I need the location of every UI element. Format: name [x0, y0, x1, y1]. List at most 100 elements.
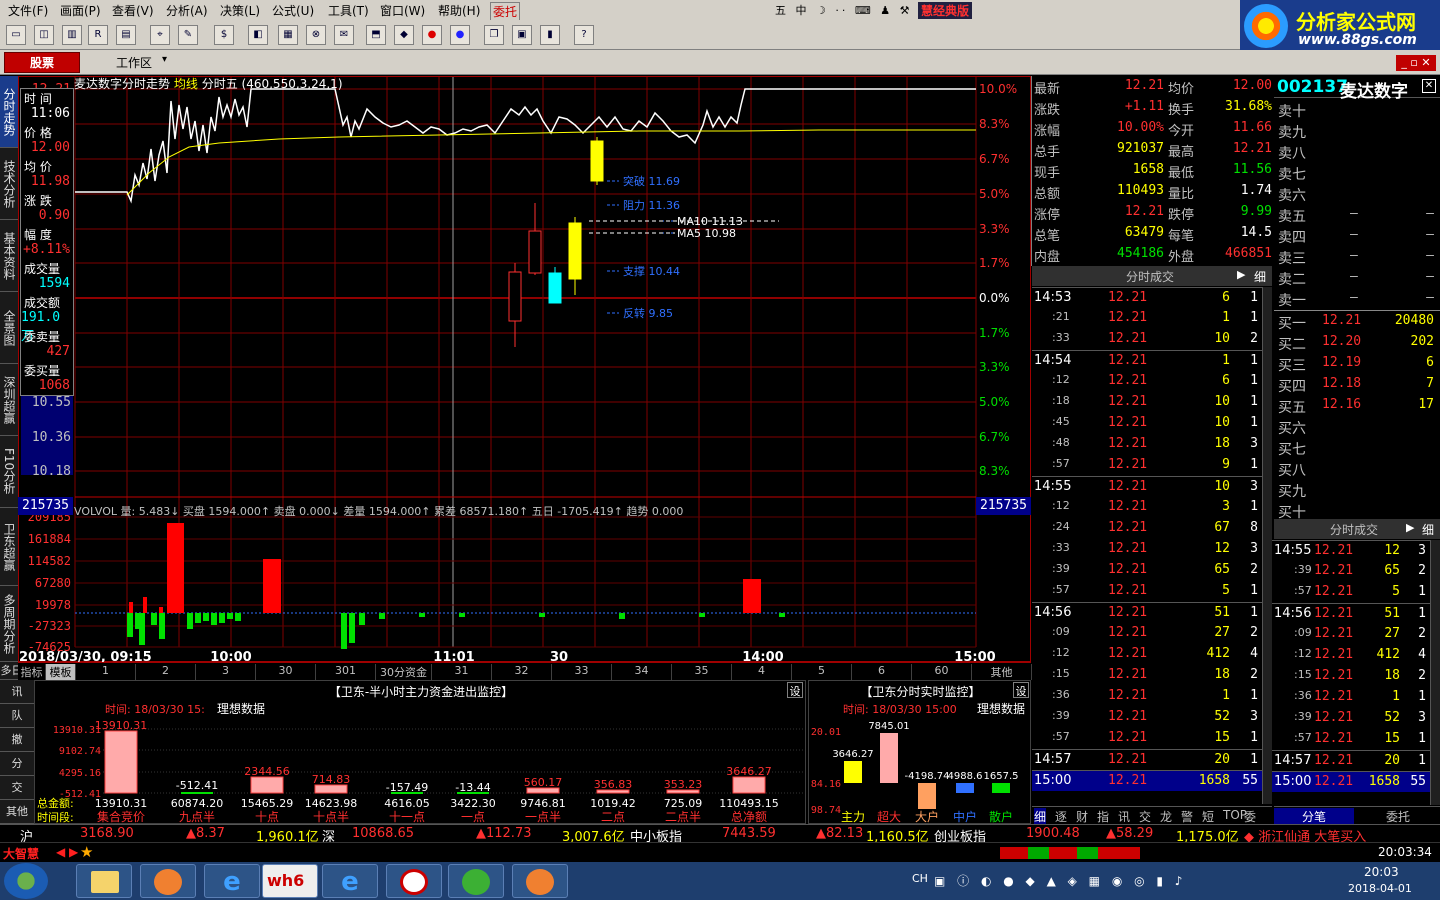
input-tools-icons[interactable]: 五 中 ☽ ·· ⌨ ♟ ⚒ — [775, 2, 912, 18]
indicator-tab-3[interactable]: 2 — [136, 664, 196, 680]
side-tab-2[interactable]: 基本资料 — [0, 220, 18, 292]
tick-row[interactable]: :33 12.21 10 2 — [1032, 329, 1262, 350]
tick2-row[interactable]: :15 12.21 18 2 — [1272, 666, 1430, 687]
ticks-footer-tab-1[interactable]: 逐 — [1055, 808, 1067, 825]
ruler-icon[interactable]: ✎ — [178, 25, 198, 45]
menu-item-8[interactable]: 帮助(H) — [438, 2, 480, 19]
window-icon[interactable]: ▣ — [512, 25, 532, 45]
ask-price-5[interactable]: – — [1350, 206, 1358, 221]
ticks-footer-tab-8[interactable]: 短 — [1202, 808, 1214, 825]
ticks2-next-icon[interactable]: ▶ — [1406, 521, 1414, 534]
side-tab-3[interactable]: 全景图 — [0, 292, 18, 364]
indicator-tab-13[interactable]: 4 — [732, 664, 792, 680]
bid-price-1[interactable]: 12.20 — [1322, 334, 1361, 349]
tick-row[interactable]: :12 12.21 6 1 — [1032, 371, 1262, 392]
binoculars-icon[interactable]: ⊗ — [306, 25, 326, 45]
indicator-tab-2[interactable]: 1 — [76, 664, 136, 680]
tick-row[interactable]: :57 12.21 15 1 — [1032, 728, 1262, 749]
side-tab2-2[interactable]: 队 — [0, 704, 34, 728]
side-tab-6[interactable]: 卫东超赢 — [0, 508, 18, 586]
tick2-row[interactable]: :39 12.21 52 3 — [1272, 708, 1430, 729]
ticks-footer-tab-3[interactable]: 指 — [1097, 808, 1109, 825]
taskbar-app-orange[interactable] — [140, 864, 196, 898]
ticks-detail-button[interactable]: 细 — [1254, 268, 1266, 285]
tick-row[interactable]: 14:53 12.21 6 1 — [1032, 287, 1262, 308]
tab-workspace[interactable]: 工作区 — [116, 54, 152, 71]
tick-row[interactable]: :57 12.21 5 1 — [1032, 581, 1262, 602]
taskbar-ie[interactable]: e — [204, 864, 260, 898]
ticks-scrollbar[interactable] — [1262, 287, 1272, 804]
side-tab2-5[interactable]: 交 — [0, 776, 34, 800]
bid-price-0[interactable]: 12.21 — [1322, 313, 1361, 328]
side-tab2-3[interactable]: 撤 — [0, 728, 34, 752]
ask-price-8[interactable]: – — [1350, 269, 1358, 284]
ask-price-9[interactable]: – — [1350, 290, 1358, 305]
taskbar-ie2[interactable]: e — [322, 864, 378, 898]
bid-price-4[interactable]: 12.16 — [1322, 397, 1361, 412]
taskbar-wechat[interactable] — [448, 864, 504, 898]
taskbar-stock-app[interactable] — [386, 864, 442, 898]
zoom-icon[interactable]: ⌖ — [150, 25, 170, 45]
star-icon[interactable]: ★ — [80, 843, 93, 861]
indicator-tab-11[interactable]: 34 — [612, 664, 672, 680]
indicator-tab-0[interactable]: 指标 — [18, 664, 46, 680]
open-icon[interactable]: ▭ — [6, 25, 26, 45]
taskbar-explorer[interactable] — [76, 864, 132, 898]
ticks2-footer-tab-1[interactable]: 委托 — [1358, 808, 1438, 825]
indicator-tab-6[interactable]: 301 — [316, 664, 376, 680]
side-tab-0[interactable]: 分时走势 — [0, 76, 18, 148]
tick-row[interactable]: 14:55 12.21 10 3 — [1032, 476, 1262, 497]
indicator-tab-5[interactable]: 30 — [256, 664, 316, 680]
indicator-tab-12[interactable]: 35 — [672, 664, 732, 680]
indicator-tab-10[interactable]: 33 — [552, 664, 612, 680]
tab-stocks[interactable]: 股票 — [4, 52, 80, 73]
indicator-tab-15[interactable]: 6 — [852, 664, 912, 680]
tick-row[interactable]: :18 12.21 10 1 — [1032, 392, 1262, 413]
tick-row[interactable]: :45 12.21 10 1 — [1032, 413, 1262, 434]
stock-close-icon[interactable]: ✕ — [1422, 79, 1436, 93]
kline-icon[interactable]: ▥ — [62, 25, 82, 45]
indicator-tab-4[interactable]: 3 — [196, 664, 256, 680]
indicator-tab-8[interactable]: 31 — [432, 664, 492, 680]
tray-lang[interactable]: CH — [912, 872, 928, 885]
menu-item-5[interactable]: 公式(U) — [272, 2, 314, 19]
menu-item-1[interactable]: 画面(P) — [60, 2, 101, 19]
tick-row[interactable]: :39 12.21 52 3 — [1032, 707, 1262, 728]
menu-item-2[interactable]: 查看(V) — [112, 2, 154, 19]
tick-row[interactable]: :48 12.21 18 3 — [1032, 434, 1262, 455]
indicator-tab-9[interactable]: 32 — [492, 664, 552, 680]
window-controls[interactable]: _ ▫ ✕ — [1396, 55, 1436, 71]
menu-item-6[interactable]: 工具(T) — [328, 2, 369, 19]
tick2-row[interactable]: :12 12.21 412 4 — [1272, 645, 1430, 666]
flag-icon[interactable]: ◧ — [248, 25, 268, 45]
status-news[interactable]: ◆ 浙江仙通 大笔买入 — [1244, 826, 1366, 842]
nav-arrows-icon[interactable]: ◀ ▶ — [56, 845, 78, 859]
menu-item-4[interactable]: 决策(L) — [220, 2, 260, 19]
indicator-tab-1[interactable]: 模板 — [46, 664, 76, 680]
indicator-tab-17[interactable]: 其他 — [972, 664, 1032, 680]
rsi-icon[interactable]: R — [88, 25, 108, 45]
ticks2-detail-button[interactable]: 细 — [1422, 521, 1434, 538]
ticks-footer-tab-6[interactable]: 龙 — [1160, 808, 1172, 825]
indicator-tab-14[interactable]: 5 — [792, 664, 852, 680]
ticks-footer-tab-2[interactable]: 财 — [1076, 808, 1088, 825]
tick2-row[interactable]: :36 12.21 1 1 — [1272, 687, 1430, 708]
bid-price-3[interactable]: 12.18 — [1322, 376, 1361, 391]
tick2-row[interactable]: :39 12.21 65 2 — [1272, 561, 1430, 582]
red-circle-icon[interactable]: ● — [422, 25, 442, 45]
tick-row[interactable]: :24 12.21 67 8 — [1032, 518, 1262, 539]
tick-row[interactable]: 15:00 12.21 1658 55 — [1032, 770, 1262, 791]
ticks-list[interactable]: 14:53 12.21 6 1:21 12.21 1 1:33 12.21 10 2 14:54 12… — [1032, 287, 1262, 791]
menu-item-3[interactable]: 分析(A) — [166, 2, 208, 19]
blue-circle-icon[interactable]: ● — [450, 25, 470, 45]
books-icon[interactable]: ▮ — [540, 25, 560, 45]
menu-item-7[interactable]: 窗口(W) — [380, 2, 425, 19]
ticks2-scrollbar[interactable] — [1430, 540, 1440, 805]
side-tab-4[interactable]: 深圳超赢 — [0, 364, 18, 436]
copy-icon[interactable]: ❐ — [484, 25, 504, 45]
tick-row[interactable]: :33 12.21 12 3 — [1032, 539, 1262, 560]
side-tab-7[interactable]: 多周期分析 — [0, 586, 18, 662]
indicator-tab-7[interactable]: 30分资金 — [376, 664, 432, 680]
chart-icon[interactable]: ◫ — [34, 25, 54, 45]
ticks-next-icon[interactable]: ▶ — [1237, 268, 1245, 281]
